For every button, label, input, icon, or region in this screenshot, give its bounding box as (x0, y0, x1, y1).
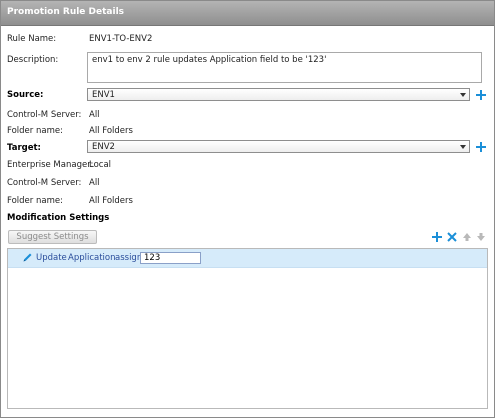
target-em-label: Enterprise Manager: (7, 160, 94, 170)
arrow-down-icon[interactable] (476, 232, 486, 242)
row-field: Application (68, 253, 116, 263)
target-selected-value: ENV2 (92, 142, 115, 152)
target-folder-value: All Folders (89, 196, 133, 206)
target-folder-label: Folder name: (7, 196, 63, 206)
add-target-plus-icon[interactable] (476, 142, 486, 152)
source-folder-label: Folder name: (7, 126, 63, 136)
target-server-value: All (89, 178, 100, 188)
suggest-settings-button[interactable]: Suggest Settings (8, 230, 97, 244)
source-selected-value: ENV1 (92, 90, 115, 100)
rule-name-value: ENV1-TO-ENV2 (89, 34, 153, 44)
row-action: Update (36, 253, 67, 263)
modification-settings-list: Update Application assign (7, 248, 488, 409)
source-server-value: All (89, 110, 100, 120)
arrow-up-icon[interactable] (462, 232, 472, 242)
modification-settings-heading: Modification Settings (7, 213, 110, 223)
target-label: Target: (7, 143, 41, 153)
row-value-input[interactable] (140, 252, 201, 264)
description-label: Description: (7, 55, 59, 65)
source-label: Source: (7, 90, 44, 100)
source-select[interactable]: ENV1 (87, 88, 470, 101)
promotion-rule-dialog: Promotion Rule Details Rule Name: ENV1-T… (0, 0, 495, 418)
chevron-down-icon (460, 93, 466, 97)
plus-icon[interactable] (432, 232, 442, 242)
row-operation: assign (115, 253, 143, 263)
rule-name-label: Rule Name: (7, 34, 57, 44)
description-field[interactable]: env1 to env 2 rule updates Application f… (87, 52, 482, 83)
chevron-down-icon (460, 145, 466, 149)
source-folder-value: All Folders (89, 126, 133, 136)
pencil-icon (23, 253, 32, 262)
target-server-label: Control-M Server: (7, 178, 82, 188)
title-bar: Promotion Rule Details (1, 1, 494, 26)
list-item[interactable]: Update Application assign (8, 249, 487, 268)
source-server-label: Control-M Server: (7, 110, 82, 120)
target-select[interactable]: ENV2 (87, 140, 470, 153)
add-source-plus-icon[interactable] (476, 90, 486, 100)
window-title: Promotion Rule Details (7, 7, 125, 17)
delete-x-icon[interactable] (447, 232, 457, 242)
target-em-value: Local (89, 160, 112, 170)
